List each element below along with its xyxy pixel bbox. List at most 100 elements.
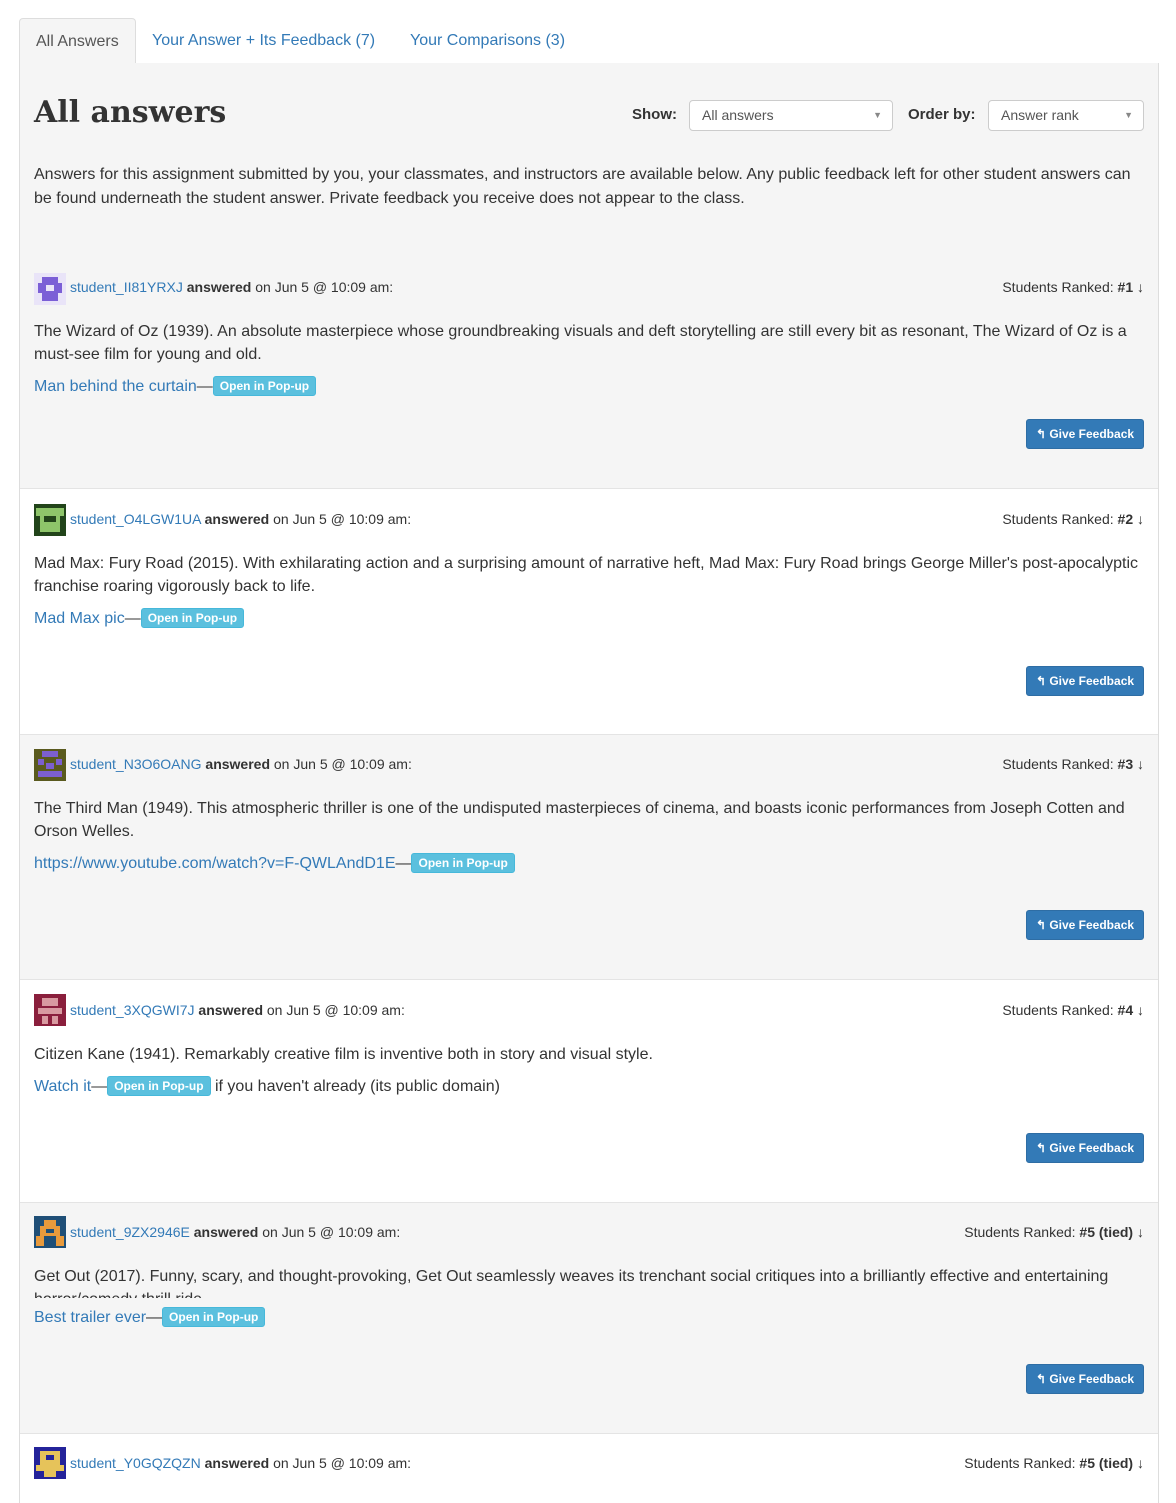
answer-item: student_N3O6OANG answered on Jun 5 @ 10:… bbox=[20, 734, 1158, 979]
avatar bbox=[34, 994, 66, 1026]
username-link[interactable]: student_O4LGW1UA bbox=[70, 511, 201, 527]
open-popup-button[interactable]: Open in Pop-up bbox=[107, 1076, 211, 1096]
answer-link[interactable]: https://www.youtube.com/watch?v=F-QWLAnd… bbox=[34, 855, 395, 872]
answered-label: answered bbox=[204, 511, 270, 527]
give-feedback-button[interactable]: ↰ Give Feedback bbox=[1026, 1133, 1144, 1163]
answer-item: student_Y0GQZQZN answered on Jun 5 @ 10:… bbox=[20, 1433, 1158, 1503]
answer-date: on Jun 5 @ 10:09 am: bbox=[255, 279, 394, 295]
dash: — bbox=[146, 1309, 163, 1326]
answer-text: Citizen Kane (1941). Remarkably creative… bbox=[34, 1046, 653, 1063]
answer-item: student_9ZX2946E answered on Jun 5 @ 10:… bbox=[20, 1202, 1158, 1433]
answer-text: The Wizard of Oz (1939). An absolute mas… bbox=[34, 323, 1127, 363]
answered-label: answered bbox=[204, 1455, 270, 1471]
open-popup-button[interactable]: Open in Pop-up bbox=[212, 376, 317, 396]
rank-prefix: Students Ranked: bbox=[964, 1455, 1076, 1471]
rank-label: Students Ranked: #2 ↓ bbox=[1002, 511, 1144, 527]
avatar bbox=[34, 1216, 66, 1248]
order-select-value: Answer rank bbox=[1001, 107, 1079, 123]
username-link[interactable]: student_II81YRXJ bbox=[70, 279, 183, 295]
rank-label: Students Ranked: #5 (tied) ↓ bbox=[964, 1224, 1144, 1240]
answer-link[interactable]: Mad Max pic bbox=[34, 610, 125, 627]
answer-text: Get Out (2017). Funny, scary, and though… bbox=[34, 1268, 1109, 1298]
tab-your-comparisons[interactable]: Your Comparisons (3) bbox=[394, 18, 581, 64]
username-link[interactable]: student_3XQGWI7J bbox=[70, 1002, 195, 1018]
arrow-down-icon: ↓ bbox=[1137, 1455, 1144, 1471]
intro-text: Answers for this assignment submitted by… bbox=[34, 166, 1131, 207]
arrow-down-icon: ↓ bbox=[1137, 511, 1144, 527]
rank-value: #3 bbox=[1117, 756, 1134, 772]
avatar bbox=[34, 504, 66, 536]
answer-link[interactable]: Man behind the curtain bbox=[34, 378, 197, 395]
username-link[interactable]: student_9ZX2946E bbox=[70, 1224, 190, 1240]
dash: — bbox=[196, 378, 213, 395]
order-select[interactable]: Answer rank ▼ bbox=[988, 100, 1144, 131]
answer-link-line: Best trailer ever— Open in Pop-up bbox=[34, 1307, 266, 1327]
username-link[interactable]: student_Y0GQZQZN bbox=[70, 1455, 201, 1471]
dash: — bbox=[124, 610, 141, 627]
chevron-down-icon: ▼ bbox=[1124, 110, 1133, 120]
rank-prefix: Students Ranked: bbox=[1002, 279, 1114, 295]
answer-link[interactable]: Best trailer ever bbox=[34, 1309, 146, 1326]
answer-item: student_3XQGWI7J answered on Jun 5 @ 10:… bbox=[20, 979, 1158, 1202]
answered-label: answered bbox=[186, 279, 252, 295]
dash: — bbox=[395, 855, 412, 872]
tab-all-answers[interactable]: All Answers bbox=[19, 18, 136, 65]
answer-item: student_O4LGW1UA answered on Jun 5 @ 10:… bbox=[20, 488, 1158, 734]
answer-header: student_3XQGWI7J answered on Jun 5 @ 10:… bbox=[70, 1002, 405, 1018]
answered-label: answered bbox=[198, 1002, 263, 1018]
rank-label: Students Ranked: #5 (tied) ↓ bbox=[964, 1455, 1144, 1471]
give-feedback-button[interactable]: ↰ Give Feedback bbox=[1026, 1364, 1144, 1394]
answer-date: on Jun 5 @ 10:09 am: bbox=[273, 1455, 412, 1471]
open-popup-button[interactable]: Open in Pop-up bbox=[411, 853, 515, 873]
answer-link[interactable]: Watch it bbox=[34, 1078, 91, 1095]
answer-link-line: https://www.youtube.com/watch?v=F-QWLAnd… bbox=[34, 853, 515, 873]
answer-date: on Jun 5 @ 10:09 am: bbox=[266, 1002, 405, 1018]
dash: — bbox=[91, 1078, 108, 1095]
rank-value: #2 bbox=[1117, 511, 1134, 527]
rank-prefix: Students Ranked: bbox=[1002, 511, 1114, 527]
rank-prefix: Students Ranked: bbox=[1002, 1002, 1114, 1018]
rank-prefix: Students Ranked: bbox=[964, 1224, 1076, 1240]
avatar bbox=[34, 1447, 66, 1479]
show-label: Show: bbox=[632, 106, 677, 123]
rank-value: #1 bbox=[1117, 279, 1134, 295]
avatar bbox=[34, 273, 66, 305]
chevron-down-icon: ▼ bbox=[873, 110, 882, 120]
answer-header: student_N3O6OANG answered on Jun 5 @ 10:… bbox=[70, 756, 412, 772]
answer-link-line: Watch it— Open in Pop-up if you haven't a… bbox=[34, 1076, 500, 1096]
give-feedback-button[interactable]: ↰ Give Feedback bbox=[1026, 666, 1144, 696]
answered-label: answered bbox=[205, 756, 270, 772]
page-title: All answers bbox=[34, 95, 227, 130]
answer-link-trailing-text: if you haven't already (its public domai… bbox=[214, 1078, 500, 1095]
answer-header: student_II81YRXJ answered on Jun 5 @ 10:… bbox=[70, 279, 393, 295]
answer-header: student_Y0GQZQZN answered on Jun 5 @ 10:… bbox=[70, 1455, 411, 1471]
order-label: Order by: bbox=[908, 106, 976, 123]
rank-value: #5 (tied) bbox=[1079, 1455, 1134, 1471]
answer-text: The Third Man (1949). This atmospheric t… bbox=[34, 800, 1125, 840]
give-feedback-button[interactable]: ↰ Give Feedback bbox=[1026, 419, 1144, 449]
avatar bbox=[34, 749, 66, 781]
rank-label: Students Ranked: #3 ↓ bbox=[1002, 756, 1144, 772]
answers-panel: All answers Show: All answers ▼ Order by… bbox=[19, 63, 1159, 1503]
rank-value: #5 (tied) bbox=[1079, 1224, 1134, 1240]
show-select[interactable]: All answers ▼ bbox=[689, 100, 893, 131]
answer-date: on Jun 5 @ 10:09 am: bbox=[273, 756, 412, 772]
answer-text: Mad Max: Fury Road (2015). With exhilara… bbox=[34, 555, 1138, 595]
arrow-down-icon: ↓ bbox=[1137, 756, 1144, 772]
open-popup-button[interactable]: Open in Pop-up bbox=[162, 1307, 266, 1327]
rank-label: Students Ranked: #4 ↓ bbox=[1002, 1002, 1144, 1018]
username-link[interactable]: student_N3O6OANG bbox=[70, 756, 202, 772]
answer-date: on Jun 5 @ 10:09 am: bbox=[273, 511, 412, 527]
open-popup-button[interactable]: Open in Pop-up bbox=[140, 608, 245, 628]
answer-link-line: Mad Max pic— Open in Pop-up bbox=[34, 608, 245, 628]
rank-prefix: Students Ranked: bbox=[1002, 756, 1114, 772]
answer-header: student_9ZX2946E answered on Jun 5 @ 10:… bbox=[70, 1224, 400, 1240]
arrow-down-icon: ↓ bbox=[1137, 1002, 1144, 1018]
give-feedback-button[interactable]: ↰ Give Feedback bbox=[1026, 910, 1144, 940]
tab-your-answer-feedback[interactable]: Your Answer + Its Feedback (7) bbox=[136, 18, 391, 64]
rank-label: Students Ranked: #1 ↓ bbox=[1002, 279, 1144, 295]
answer-header: student_O4LGW1UA answered on Jun 5 @ 10:… bbox=[70, 511, 411, 527]
show-select-value: All answers bbox=[702, 107, 774, 123]
arrow-down-icon: ↓ bbox=[1137, 1224, 1144, 1240]
rank-value: #4 bbox=[1117, 1002, 1134, 1018]
